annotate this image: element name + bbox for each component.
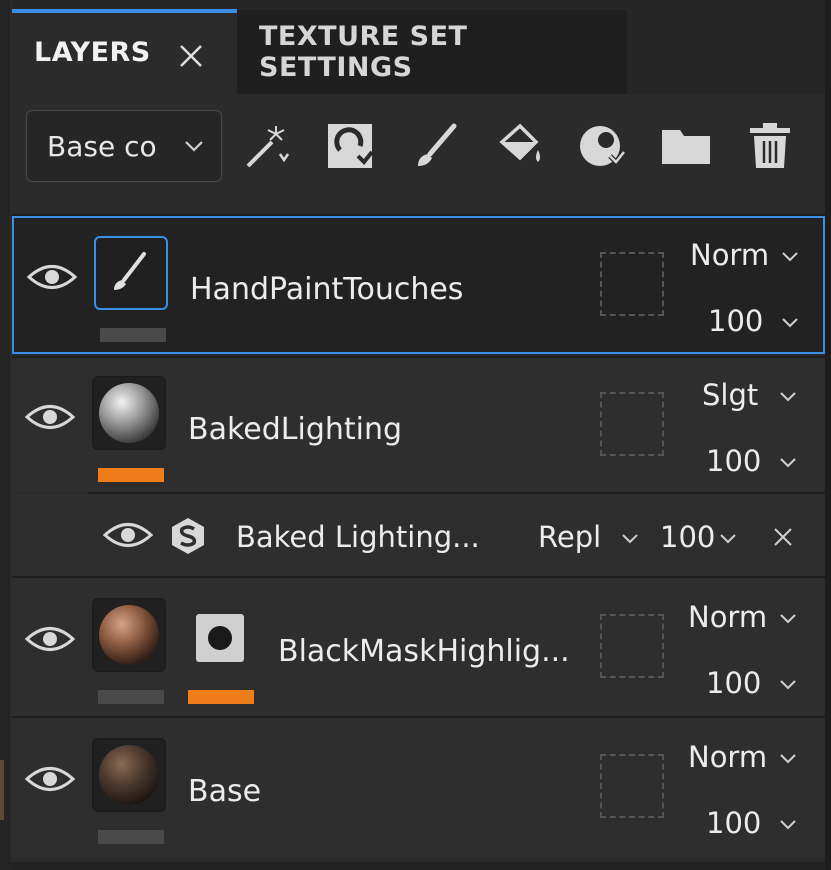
right-edge (825, 0, 831, 870)
effect-opacity-value[interactable]: 100 (660, 520, 715, 554)
layer-name[interactable]: BlackMaskHighlig... (278, 634, 570, 669)
fill-layer-icon[interactable] (324, 120, 376, 172)
opacity-value[interactable]: 100 (708, 304, 763, 338)
layer-thumbnail[interactable] (92, 738, 166, 812)
eye-icon[interactable] (24, 624, 76, 654)
channel-select[interactable]: Base co (26, 110, 222, 182)
layer-thumbnail[interactable] (94, 236, 168, 310)
layer-name[interactable]: Base (188, 774, 261, 809)
chevron-down-icon[interactable] (778, 678, 798, 692)
material-sphere-icon (99, 605, 159, 665)
chevron-down-icon (185, 141, 203, 152)
layer-color-bar (98, 830, 164, 844)
mask-color-bar (188, 690, 254, 704)
layer-mask-slot[interactable] (600, 392, 664, 456)
tab-layers-label: LAYERS (34, 36, 151, 68)
layers-toolbar: Base co (12, 94, 825, 214)
chevron-down-icon[interactable] (778, 612, 798, 626)
tab-texture-set-settings[interactable]: TEXTURE SET SETTINGS (237, 10, 627, 94)
chevron-down-icon[interactable] (778, 390, 798, 404)
chevron-down-icon[interactable] (778, 752, 798, 766)
chevron-down-icon[interactable] (778, 456, 798, 470)
left-edge-detail (0, 760, 4, 820)
trash-icon[interactable] (744, 120, 796, 172)
close-icon[interactable] (772, 526, 794, 548)
layer-row-base[interactable]: Base Norm 100 (12, 718, 825, 858)
layer-name[interactable]: HandPaintTouches (190, 272, 463, 307)
chevron-down-icon[interactable] (778, 818, 798, 832)
blend-mode-select[interactable]: Norm (690, 238, 769, 272)
paint-bucket-icon[interactable] (494, 120, 546, 172)
paint-brush-icon[interactable] (410, 120, 462, 172)
opacity-value[interactable]: 100 (706, 806, 761, 840)
layer-name[interactable]: BakedLighting (188, 412, 402, 447)
opacity-value[interactable]: 100 (706, 444, 761, 478)
layer-row-blackmaskhighlight[interactable]: BlackMaskHighlig... Norm 100 (12, 578, 825, 716)
folder-icon[interactable] (660, 120, 712, 172)
effect-name[interactable]: Baked Lighting... (236, 520, 480, 554)
tab-texture-set-settings-label: TEXTURE SET SETTINGS (259, 21, 468, 83)
chevron-down-icon[interactable] (780, 316, 800, 330)
blend-mode-select[interactable]: Norm (688, 740, 767, 774)
blend-mode-select[interactable]: Slgt (702, 378, 758, 412)
paint-brush-icon (114, 252, 146, 290)
layer-mask-slot[interactable] (600, 252, 664, 316)
layer-row-bakedlighting[interactable]: BakedLighting Slgt 100 (12, 358, 825, 492)
black-mask-icon[interactable] (194, 612, 246, 664)
close-icon[interactable] (175, 40, 207, 72)
effect-row-baked-lighting[interactable]: Baked Lighting... Repl 100 (12, 494, 825, 576)
layer-color-bar (98, 690, 164, 704)
layer-mask-slot[interactable] (600, 754, 664, 818)
layer-thumbnail[interactable] (92, 598, 166, 672)
layer-color-bar (100, 328, 166, 342)
material-sphere-icon (99, 383, 159, 443)
opacity-value[interactable]: 100 (706, 666, 761, 700)
eye-icon[interactable] (102, 520, 154, 550)
eye-icon[interactable] (24, 402, 76, 432)
layer-mask-slot[interactable] (600, 614, 664, 678)
substance-filter-icon (172, 518, 204, 554)
tab-layers[interactable]: LAYERS (12, 9, 237, 94)
mask-icon[interactable] (576, 120, 628, 172)
layer-thumbnail[interactable] (92, 376, 166, 450)
eye-icon[interactable] (26, 262, 78, 292)
material-sphere-icon (99, 745, 159, 805)
magic-wand-icon[interactable] (242, 120, 294, 172)
effect-blend-mode-select[interactable]: Repl (538, 520, 601, 554)
layer-color-bar (98, 468, 164, 482)
eye-icon[interactable] (24, 764, 76, 794)
channel-select-value: Base co (47, 129, 157, 163)
chevron-down-icon[interactable] (718, 532, 738, 546)
chevron-down-icon[interactable] (620, 532, 640, 546)
layer-row-handpainttouches[interactable]: HandPaintTouches Norm 100 (12, 216, 825, 354)
blend-mode-select[interactable]: Norm (688, 600, 767, 634)
left-edge (0, 0, 10, 870)
chevron-down-icon[interactable] (780, 250, 800, 264)
panel-bottom-edge (10, 862, 825, 870)
